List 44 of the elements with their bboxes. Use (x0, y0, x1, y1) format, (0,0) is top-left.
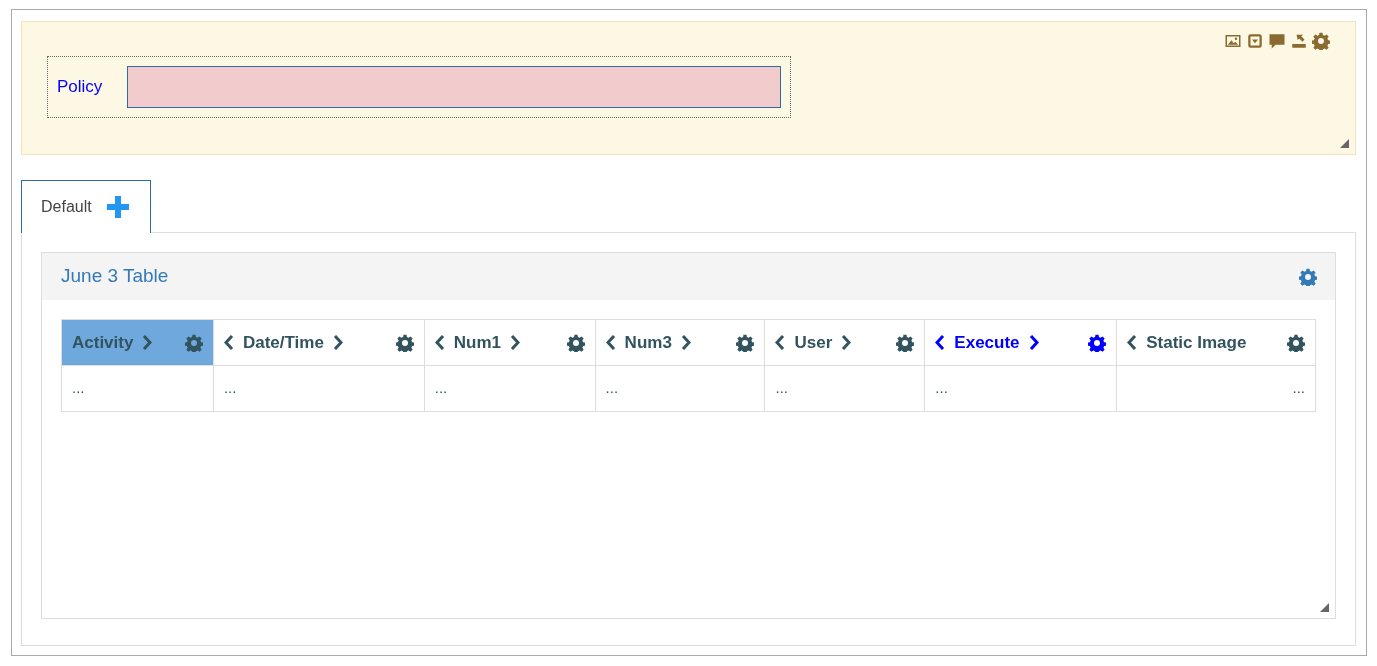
chevron-left-icon[interactable] (1127, 335, 1139, 350)
settings-icon[interactable] (395, 333, 414, 352)
chevron-left-icon[interactable] (775, 335, 787, 350)
table-cell: ... (424, 365, 596, 412)
column-header[interactable]: Static Image (1116, 319, 1316, 366)
table-cell: ... (213, 365, 425, 412)
settings-icon[interactable] (1312, 32, 1330, 50)
chevron-right-icon[interactable] (679, 335, 691, 350)
table-cell: ... (595, 365, 765, 412)
tab[interactable]: Default (21, 180, 151, 233)
column-header[interactable]: Execute (924, 319, 1117, 366)
column-header[interactable]: Date/Time (213, 319, 425, 366)
resize-handle-icon[interactable] (1320, 603, 1329, 612)
settings-icon[interactable] (566, 333, 585, 352)
column-header[interactable]: Num3 (595, 319, 765, 366)
add-icon[interactable] (105, 195, 130, 219)
column-header[interactable]: User (764, 319, 925, 366)
table-cell: ... (1116, 365, 1316, 412)
dropdown-icon[interactable] (1246, 32, 1264, 50)
chevron-right-icon[interactable] (331, 335, 343, 350)
column-header[interactable]: Num1 (424, 319, 596, 366)
comment-icon[interactable] (1268, 32, 1286, 50)
table-cell: ... (61, 365, 214, 412)
settings-icon[interactable] (1287, 333, 1305, 352)
settings-icon[interactable] (1299, 267, 1317, 286)
chevron-left-icon[interactable] (935, 335, 947, 350)
table-cell: ... (924, 365, 1117, 412)
chevron-left-icon[interactable] (605, 335, 617, 350)
resize-handle-icon[interactable] (1340, 139, 1349, 148)
chevron-right-icon[interactable] (840, 335, 852, 350)
table-cell: ... (764, 365, 925, 412)
image-icon[interactable] (1224, 32, 1242, 50)
chevron-right-icon[interactable] (1027, 335, 1039, 350)
chevron-left-icon[interactable] (434, 335, 446, 350)
chevron-left-icon[interactable] (223, 335, 235, 350)
upload-icon[interactable] (1290, 32, 1308, 50)
settings-icon[interactable] (1088, 333, 1107, 352)
settings-icon[interactable] (736, 333, 755, 352)
settings-icon[interactable] (896, 333, 915, 352)
policy-input[interactable] (127, 66, 781, 108)
chevron-right-icon[interactable] (509, 335, 520, 350)
tab-label[interactable]: Default (41, 195, 92, 219)
card-title: June 3 Table (61, 264, 169, 289)
field-label: Policy (57, 76, 103, 99)
